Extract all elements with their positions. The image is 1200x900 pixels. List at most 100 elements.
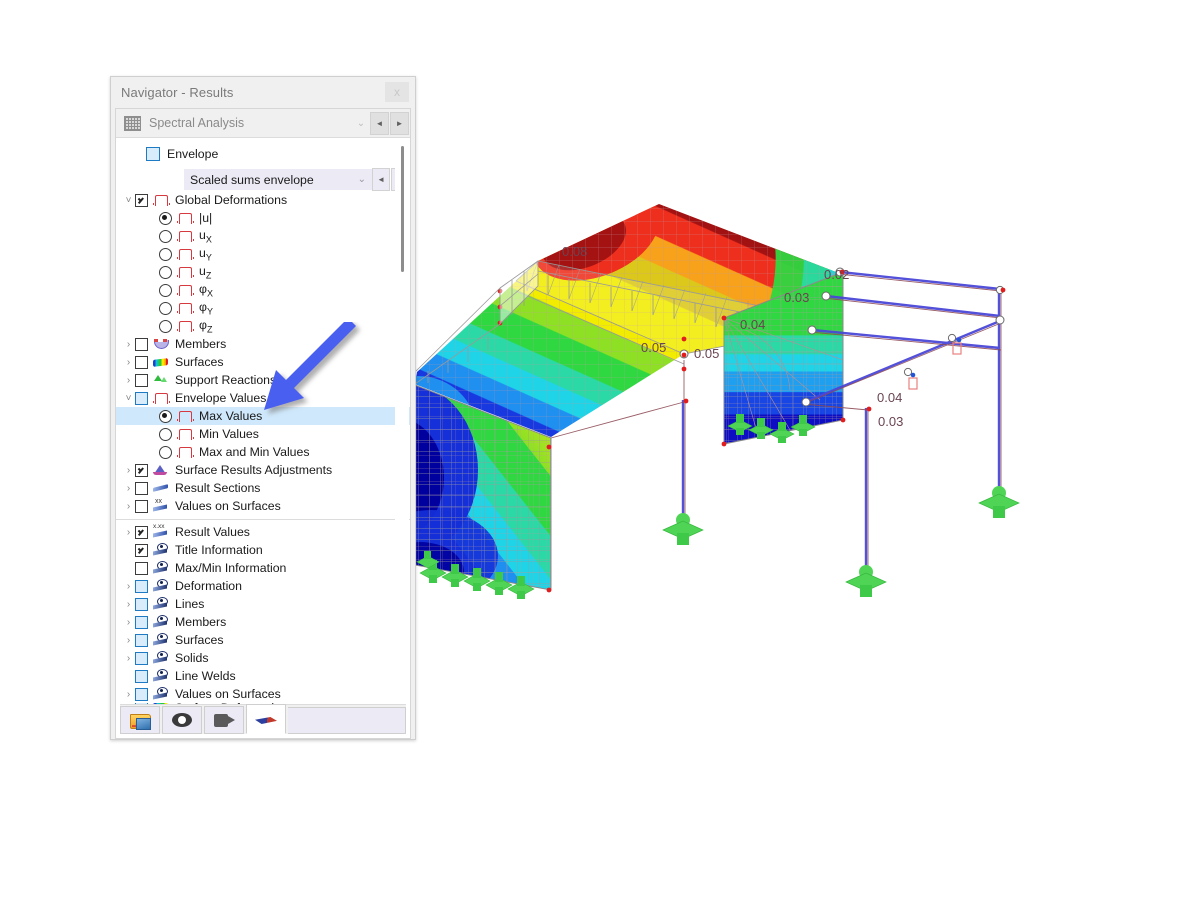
checkbox[interactable]	[135, 481, 148, 495]
expander-icon[interactable]: ›	[122, 501, 135, 512]
tree-item-max-and-min-values[interactable]: Max and Min Values	[116, 443, 410, 461]
results-navigator-tab[interactable]	[246, 704, 286, 734]
chevron-down-icon[interactable]: ⌄	[352, 118, 370, 129]
expander-icon[interactable]: ›	[122, 581, 135, 592]
expander-icon[interactable]: ˅	[122, 393, 135, 404]
radio-button[interactable]	[159, 283, 172, 297]
tree-item-label: Lines	[175, 597, 205, 611]
tree-item-min-values[interactable]: Min Values	[116, 425, 410, 443]
expander-icon[interactable]: ›	[122, 339, 135, 350]
checkbox[interactable]	[135, 373, 148, 387]
tree-item-u[interactable]: |u|	[116, 209, 410, 227]
tree-item-u[interactable]: uZ	[116, 263, 410, 281]
checkbox[interactable]	[135, 525, 148, 539]
eye-icon	[172, 713, 192, 727]
tree-item-[interactable]: φX	[116, 281, 410, 299]
tree-item-solids[interactable]: › Solids	[116, 649, 410, 667]
radio-button[interactable]	[159, 301, 172, 315]
annotation-arrow	[264, 322, 356, 410]
checkbox[interactable]	[135, 463, 148, 477]
checkbox[interactable]	[135, 355, 148, 369]
expander-icon[interactable]: ›	[122, 483, 135, 494]
expander-icon[interactable]: ›	[122, 689, 135, 700]
close-icon[interactable]: x	[385, 82, 409, 102]
chevron-down-icon[interactable]: ⌄	[358, 174, 372, 185]
views-navigator-tab[interactable]	[204, 706, 244, 734]
checkbox[interactable]	[135, 579, 148, 593]
eye-flag-icon	[153, 560, 169, 575]
radio-button[interactable]	[159, 409, 172, 423]
tree-item-result-values[interactable]: › Result Values	[116, 523, 410, 541]
tree-item-lines[interactable]: › Lines	[116, 595, 410, 613]
radio-button[interactable]	[159, 247, 172, 261]
checkbox[interactable]	[135, 669, 148, 683]
expander-icon[interactable]: ›	[122, 465, 135, 476]
envelope-combo-row[interactable]: Scaled sums envelope ⌄ ◄ ►	[116, 168, 410, 191]
tree-item-label: uX	[199, 227, 212, 245]
checkbox[interactable]	[135, 687, 148, 701]
radio-button[interactable]	[159, 319, 172, 333]
expander-icon[interactable]: ›	[122, 357, 135, 368]
radio-button[interactable]	[159, 229, 172, 243]
radio-button[interactable]	[159, 427, 172, 441]
expander-icon[interactable]: ›	[122, 375, 135, 386]
tree-item-envelope[interactable]: Envelope	[116, 143, 410, 165]
tree-item-label: Min Values	[199, 427, 259, 441]
expander-icon[interactable]: ›	[122, 653, 135, 664]
expander-icon[interactable]: ›	[122, 703, 135, 704]
envelope-select[interactable]: Scaled sums envelope ⌄	[184, 169, 373, 190]
expander-icon[interactable]: ›	[122, 527, 135, 538]
expander-icon[interactable]: ›	[122, 617, 135, 628]
checkbox[interactable]	[135, 633, 148, 647]
tree-scrollbar-thumb[interactable]	[401, 146, 404, 272]
checkbox[interactable]	[135, 615, 148, 629]
tree-item-values-on-surfaces[interactable]: › Values on Surfaces	[116, 685, 410, 703]
display-navigator-tab[interactable]	[162, 706, 202, 734]
tree-item-u[interactable]: uY	[116, 245, 410, 263]
radio-button[interactable]	[159, 211, 172, 225]
checkbox[interactable]	[135, 651, 148, 665]
tree-item-title-information[interactable]: Title Information	[116, 541, 410, 559]
envelope-previous-button[interactable]: ◄	[372, 168, 391, 191]
checkbox[interactable]	[135, 703, 148, 704]
checkbox[interactable]	[135, 499, 148, 513]
tree-item-line-welds[interactable]: Line Welds	[116, 667, 410, 685]
tree-item-surface-results-adjustments[interactable]: › Surface Results Adjustments	[116, 461, 410, 479]
tree-item-max-min-information[interactable]: Max/Min Information	[116, 559, 410, 577]
checkbox[interactable]	[135, 543, 148, 557]
tree-item-global-deformations[interactable]: ˅ Global Deformations	[116, 191, 410, 209]
expander-icon[interactable]: ›	[122, 599, 135, 610]
tree-item-members[interactable]: › Members	[116, 613, 410, 631]
expander-icon[interactable]: ›	[122, 635, 135, 646]
radio-button[interactable]	[159, 265, 172, 279]
checkbox[interactable]	[135, 337, 148, 351]
tree-item-[interactable]: φY	[116, 299, 410, 317]
navigator-titlebar[interactable]: Navigator - Results x	[111, 77, 415, 108]
project-navigator-tab[interactable]	[120, 706, 160, 734]
results-tree[interactable]: Envelope Scaled sums envelope ⌄ ◄ ► ˅ Glo…	[116, 138, 410, 704]
load-case-selector[interactable]: Spectral Analysis ⌄ ◄ ►	[116, 109, 410, 138]
eye-flag-icon	[153, 614, 169, 629]
tree-item-surfaces[interactable]: › Surfaces	[116, 631, 410, 649]
envelope-checkbox[interactable]	[146, 147, 160, 161]
checkbox[interactable]	[135, 561, 148, 575]
tree-item-values-on-surfaces[interactable]: › Values on Surfaces	[116, 497, 410, 515]
checkbox[interactable]	[135, 597, 148, 611]
checkbox[interactable]	[135, 193, 148, 207]
expander-icon[interactable]: ˅	[122, 195, 135, 206]
tree-item-deformation[interactable]: › Deformation	[116, 577, 410, 595]
tree-item-label: Result Sections	[175, 481, 261, 495]
previous-case-button[interactable]: ◄	[370, 111, 389, 135]
wing-icon	[255, 713, 277, 725]
tree-scrollbar[interactable]	[395, 138, 409, 704]
tree-item-label: φZ	[199, 317, 213, 335]
next-case-button[interactable]: ►	[390, 111, 409, 135]
tree-item-label: Result Values	[175, 525, 250, 539]
navigator-tabstrip[interactable]	[120, 704, 406, 734]
radio-button[interactable]	[159, 445, 172, 459]
checkbox[interactable]	[135, 391, 148, 405]
tree-item-result-sections[interactable]: › Result Sections	[116, 479, 410, 497]
value-label: 0.04	[877, 390, 902, 405]
tree-item-u[interactable]: uX	[116, 227, 410, 245]
tree-item-label: Surfaces	[175, 633, 224, 647]
